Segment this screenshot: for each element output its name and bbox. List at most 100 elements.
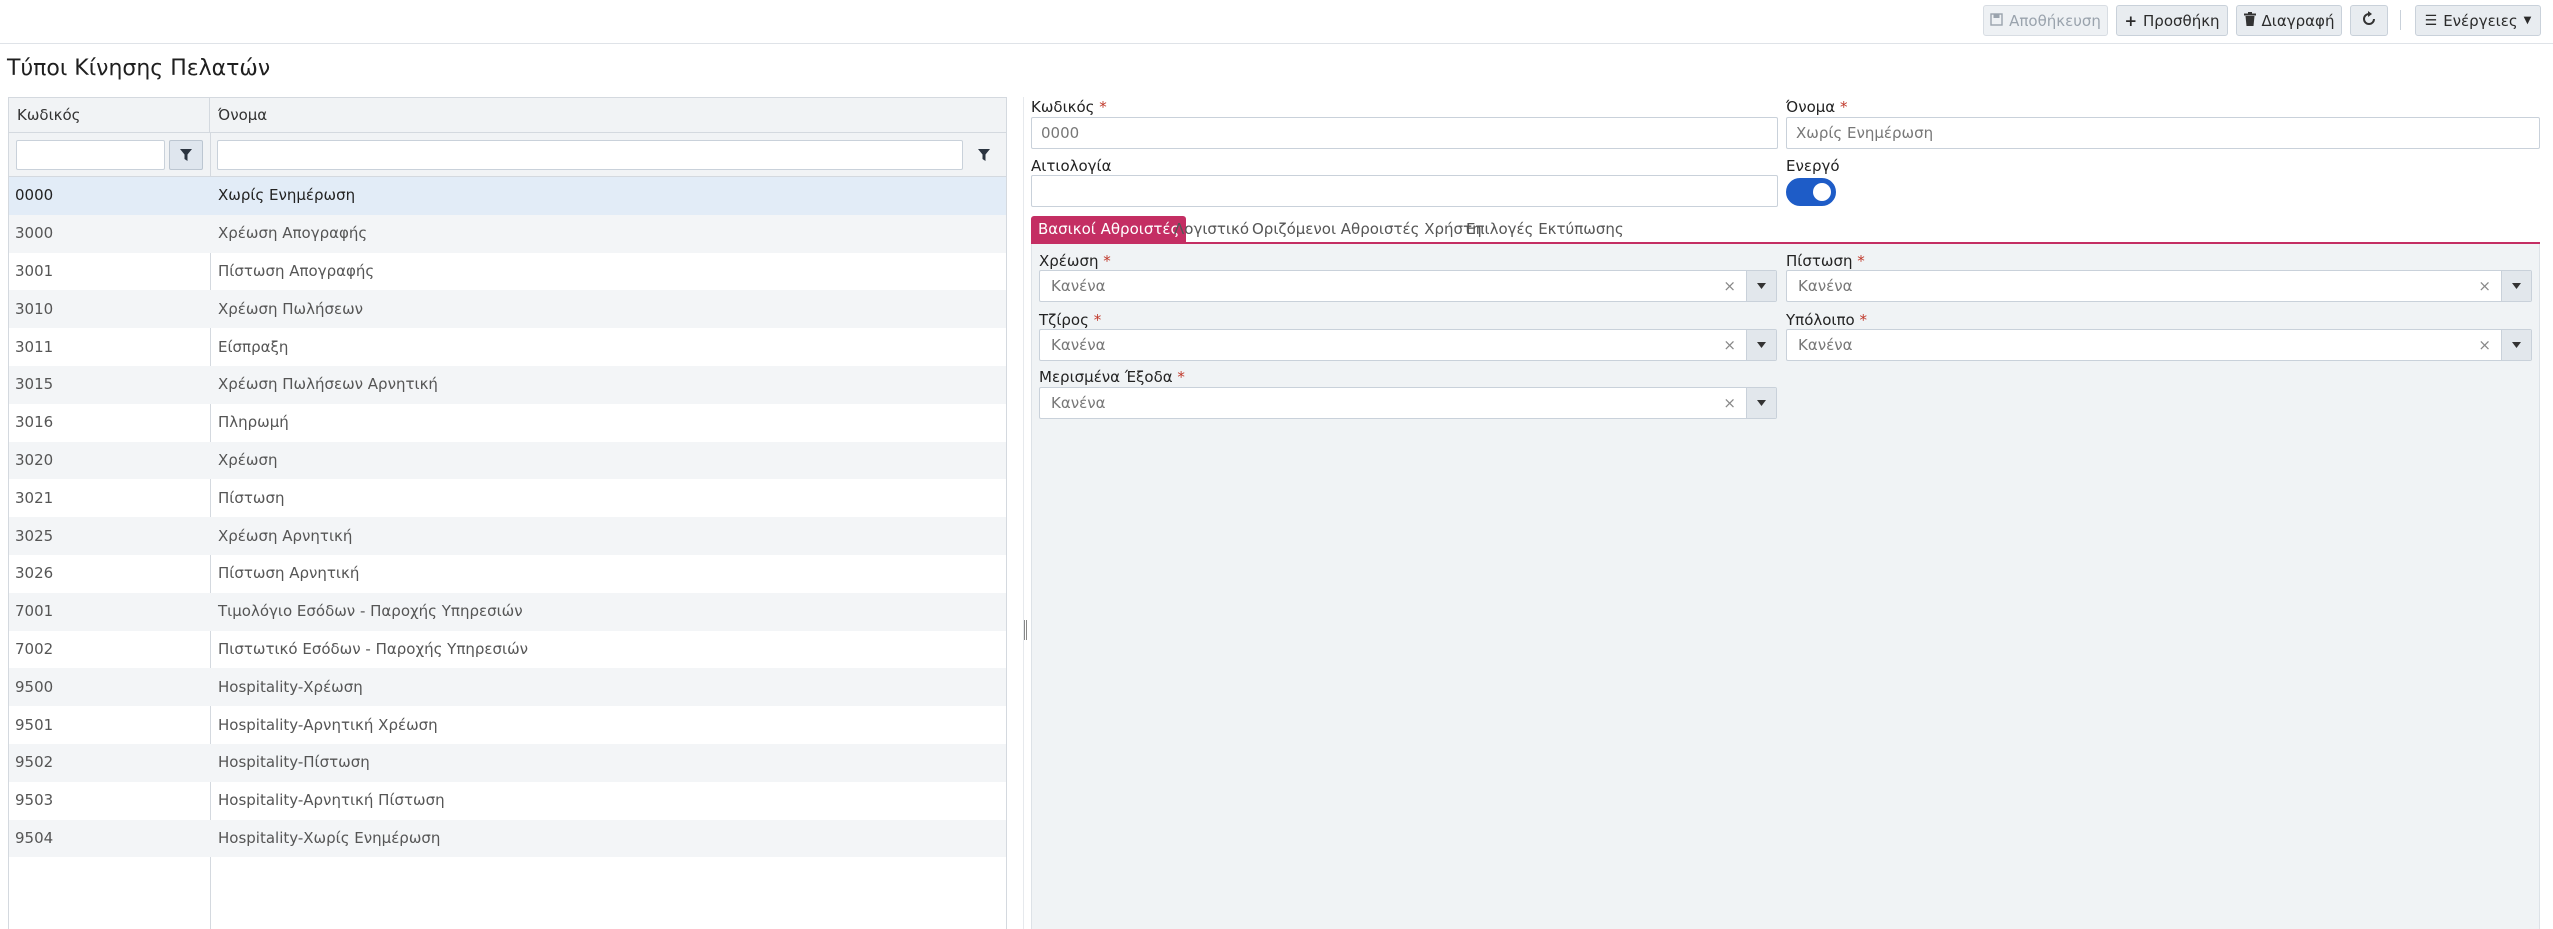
- name-field[interactable]: Χωρίς Ενημέρωση: [1786, 117, 2540, 149]
- balance-select[interactable]: Κανένα ×: [1786, 329, 2532, 361]
- table-row[interactable]: 9504 Hospitality-Χωρίς Ενημέρωση: [9, 819, 1006, 858]
- table-row[interactable]: 9503 Hospitality-Αρνητική Πίστωση: [9, 782, 1006, 820]
- dropdown-arrow-icon[interactable]: [1746, 388, 1776, 418]
- column-header-code[interactable]: Κωδικός: [9, 98, 210, 132]
- row-code-cell: 3010: [15, 299, 54, 318]
- row-code-cell: 7002: [15, 639, 54, 658]
- dropdown-arrow-icon[interactable]: [1746, 271, 1776, 301]
- tab-basic-totals[interactable]: Βασικοί Αθροιστές: [1031, 216, 1187, 242]
- caret-down-icon: ▼: [2523, 15, 2532, 26]
- row-code-cell: 3025: [15, 526, 54, 545]
- turnover-select[interactable]: Κανένα ×: [1039, 329, 1777, 361]
- required-mark: *: [1177, 368, 1185, 386]
- table-row[interactable]: 9501 Hospitality-Αρνητική Χρέωση: [9, 706, 1006, 744]
- reason-field[interactable]: [1031, 175, 1778, 207]
- deferred-expenses-label: Μερισμένα Έξοδα *: [1039, 368, 1185, 386]
- row-code-cell: 9504: [15, 828, 54, 847]
- row-name-cell: Χρέωση Απογραφής: [218, 224, 368, 243]
- required-mark: *: [1099, 98, 1107, 116]
- row-name-cell: Χωρίς Ενημέρωση: [218, 186, 356, 205]
- code-filter-button[interactable]: [169, 140, 203, 170]
- clear-icon[interactable]: ×: [1723, 330, 1736, 360]
- save-button[interactable]: Αποθήκευση: [1983, 5, 2108, 36]
- row-name-cell: Πληρωμή: [218, 413, 289, 432]
- table-row[interactable]: 7002 Πιστωτικό Εσόδων - Παροχής Υπηρεσιών: [9, 631, 1006, 669]
- clear-icon[interactable]: ×: [1723, 388, 1736, 418]
- table-row[interactable]: 0000 Χωρίς Ενημέρωση: [9, 177, 1006, 215]
- delete-button[interactable]: Διαγραφή: [2236, 5, 2342, 36]
- tab-print-options[interactable]: Επιλογές Εκτύπωσης: [1459, 216, 1631, 242]
- row-name-cell: Hospitality-Χρέωση: [218, 677, 363, 696]
- save-icon: [1990, 12, 2003, 30]
- toolbar-divider: [2400, 10, 2401, 30]
- table-row[interactable]: 3026 Πίστωση Αρνητική: [9, 555, 1006, 593]
- hamburger-icon: ☰: [2424, 12, 2438, 29]
- splitter-handle[interactable]: [1024, 620, 1027, 640]
- credit-select[interactable]: Κανένα ×: [1786, 270, 2532, 302]
- toolbar: Αποθήκευση + Προσθήκη Διαγραφή ☰ Ενέργει…: [0, 0, 2553, 44]
- row-name-cell: Χρέωση: [218, 450, 278, 469]
- table-row[interactable]: 3000 Χρέωση Απογραφής: [9, 214, 1006, 253]
- table-row[interactable]: 3011 Είσπραξη: [9, 328, 1006, 366]
- row-name-cell: Πίστωση: [218, 488, 285, 507]
- required-mark: *: [1839, 98, 1848, 116]
- row-code-cell: 9501: [15, 715, 54, 734]
- required-mark: *: [1857, 252, 1865, 270]
- tab-bar: Βασικοί Αθροιστές Λογιστικό Οριζόμενοι Α…: [1031, 216, 2540, 244]
- row-name-cell: Χρέωση Πωλήσεων: [218, 299, 364, 318]
- row-code-cell: 0000: [15, 186, 54, 205]
- row-name-cell: Hospitality-Αρνητική Πίστωση: [218, 791, 445, 810]
- deferred-label-text: Μερισμένα Έξοδα: [1039, 368, 1173, 386]
- column-header-name[interactable]: Όνομα: [210, 98, 1006, 132]
- active-toggle[interactable]: [1786, 178, 1836, 206]
- tab-accounting[interactable]: Λογιστικό: [1167, 216, 1256, 242]
- clear-icon[interactable]: ×: [2478, 330, 2491, 360]
- table-row[interactable]: 3020 Χρέωση: [9, 441, 1006, 480]
- actions-menu-button[interactable]: ☰ Ενέργειες ▼: [2415, 5, 2541, 36]
- dropdown-arrow-icon[interactable]: [2501, 271, 2531, 301]
- deferred-select-value: Κανένα: [1051, 394, 1106, 412]
- customer-movement-types-grid: Κωδικός Όνομα 0000 Χωρίς Ενημέρωση 3000 Χρέ…: [8, 97, 1007, 929]
- table-row[interactable]: 3021 Πίστωση: [9, 479, 1006, 517]
- clear-icon[interactable]: ×: [1723, 271, 1736, 301]
- code-field[interactable]: 0000: [1031, 117, 1778, 149]
- row-name-cell: Πίστωση Απογραφής: [218, 261, 375, 280]
- table-row[interactable]: 9500 Hospitality-Χρέωση: [9, 668, 1006, 707]
- refresh-button[interactable]: [2350, 5, 2388, 36]
- row-code-cell: 3026: [15, 564, 54, 583]
- turnover-label-text: Τζίρος: [1039, 311, 1089, 329]
- table-row[interactable]: 3010 Χρέωση Πωλήσεων: [9, 290, 1006, 329]
- row-code-cell: 3016: [15, 413, 54, 432]
- table-row[interactable]: 9502 Hospitality-Πίστωση: [9, 743, 1006, 782]
- row-code-cell: 7001: [15, 602, 54, 621]
- row-code-cell: 3021: [15, 488, 54, 507]
- page-title: Τύποι Κίνησης Πελατών: [7, 56, 271, 81]
- save-button-label: Αποθήκευση: [2009, 11, 2101, 30]
- name-filter-input[interactable]: [217, 140, 963, 170]
- clear-icon[interactable]: ×: [2478, 271, 2491, 301]
- row-name-cell: Hospitality-Αρνητική Χρέωση: [218, 715, 438, 734]
- grid-rows: 0000 Χωρίς Ενημέρωση 3000 Χρέωση Απογραφής 3…: [9, 177, 1006, 858]
- name-filter-button[interactable]: [967, 140, 1001, 170]
- table-row[interactable]: 3015 Χρέωση Πωλήσεων Αρνητική: [9, 365, 1006, 404]
- table-row[interactable]: 7001 Τιμολόγιο Εσόδων - Παροχής Υπηρεσιών: [9, 592, 1006, 631]
- toggle-knob: [1813, 183, 1831, 201]
- credit-select-value: Κανένα: [1798, 277, 1853, 295]
- table-row[interactable]: 3016 Πληρωμή: [9, 404, 1006, 442]
- dropdown-arrow-icon[interactable]: [1746, 330, 1776, 360]
- turnover-label: Τζίρος *: [1039, 311, 1101, 329]
- required-mark: *: [1859, 311, 1868, 329]
- dropdown-arrow-icon[interactable]: [2501, 330, 2531, 360]
- pane-splitter: [1023, 97, 1024, 929]
- code-filter-input[interactable]: [16, 140, 165, 170]
- code-field-label: Κωδικός *: [1031, 98, 1107, 116]
- table-row[interactable]: 3001 Πίστωση Απογραφής: [9, 253, 1006, 291]
- reason-field-label: Αιτιολογία: [1031, 157, 1112, 175]
- row-name-cell: Hospitality-Πίστωση: [218, 753, 370, 772]
- add-button[interactable]: + Προσθήκη: [2116, 5, 2228, 36]
- debit-select[interactable]: Κανένα ×: [1039, 270, 1777, 302]
- tab-user-defined-totals[interactable]: Οριζόμενοι Αθροιστές Χρήστη: [1245, 216, 1489, 242]
- table-row[interactable]: 3025 Χρέωση Αρνητική: [9, 517, 1006, 555]
- credit-label: Πίστωση *: [1786, 252, 1865, 270]
- deferred-expenses-select[interactable]: Κανένα ×: [1039, 387, 1777, 419]
